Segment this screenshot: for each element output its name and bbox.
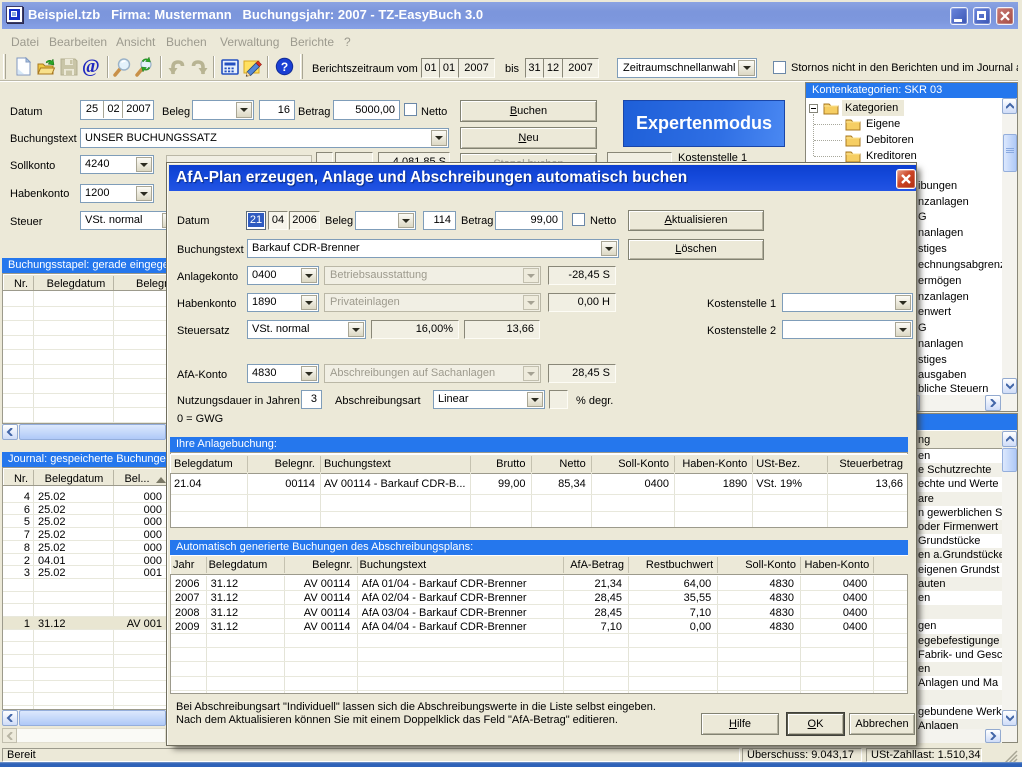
svg-text:?: ? [281,60,288,74]
